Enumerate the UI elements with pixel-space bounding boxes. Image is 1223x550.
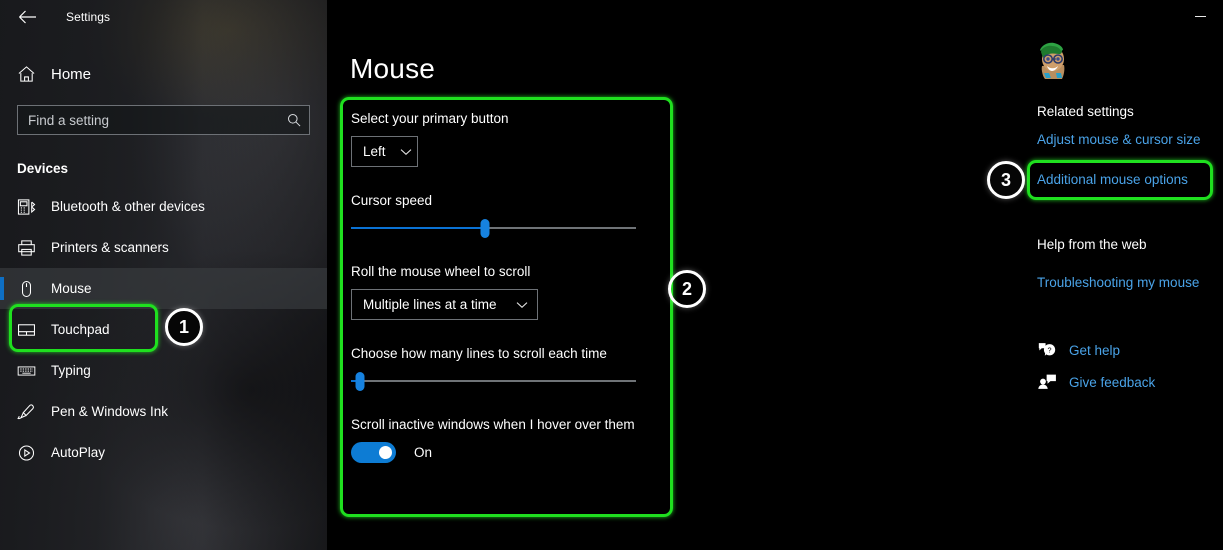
printer-icon xyxy=(17,239,47,257)
sidebar-item-autoplay[interactable]: AutoPlay xyxy=(0,432,327,473)
adjust-mouse-cursor-size-link[interactable]: Adjust mouse & cursor size xyxy=(1037,132,1201,147)
slider-thumb[interactable] xyxy=(480,219,490,238)
sidebar-item-pen-windows-ink[interactable]: Pen & Windows Ink xyxy=(0,391,327,432)
sidebar-item-bluetooth-other-devices[interactable]: Bluetooth & other devices xyxy=(0,186,327,227)
inactive-scroll-label: Scroll inactive windows when I hover ove… xyxy=(351,417,635,432)
sidebar-item-touchpad[interactable]: Touchpad xyxy=(0,309,327,350)
lines-to-scroll-slider[interactable] xyxy=(351,371,636,391)
slider-track xyxy=(351,380,636,382)
inactive-scroll-group: Scroll inactive windows when I hover ove… xyxy=(351,417,661,463)
minimize-bar xyxy=(1194,15,1206,17)
lines-to-scroll-label: Choose how many lines to scroll each tim… xyxy=(351,346,607,361)
sidebar-nav-list: Bluetooth & other devices Printers & sca… xyxy=(0,186,327,473)
sidebar-item-typing[interactable]: Typing xyxy=(0,350,327,391)
back-arrow-icon[interactable] xyxy=(10,4,44,30)
chevron-down-icon xyxy=(516,301,528,309)
cursor-speed-label: Cursor speed xyxy=(351,193,433,208)
get-help-row[interactable]: ? Get help xyxy=(1037,341,1120,359)
sidebar-section-title: Devices xyxy=(17,161,69,176)
home-icon xyxy=(17,65,47,83)
cursor-speed-slider[interactable] xyxy=(351,218,636,238)
svg-text:?: ? xyxy=(1048,345,1052,354)
related-settings-title: Related settings xyxy=(1037,104,1134,119)
pen-icon xyxy=(17,403,47,421)
step-badge-2: 2 xyxy=(668,270,706,308)
autoplay-icon xyxy=(17,444,47,462)
additional-mouse-options-link[interactable]: Additional mouse options xyxy=(1037,172,1188,187)
wheel-scroll-select[interactable]: Multiple lines at a time xyxy=(351,289,538,320)
cursor-speed-group: Cursor speed xyxy=(351,193,661,238)
search-input[interactable] xyxy=(28,112,287,128)
inactive-scroll-toggle-row: On xyxy=(351,442,661,463)
sidebar-item-label: Pen & Windows Ink xyxy=(51,404,169,419)
feedback-person-icon xyxy=(1037,373,1069,391)
inactive-scroll-state: On xyxy=(414,445,433,460)
bluetooth-devices-icon xyxy=(17,198,47,216)
help-from-web-title: Help from the web xyxy=(1037,237,1147,252)
give-feedback-label: Give feedback xyxy=(1069,374,1156,390)
sidebar-item-mouse[interactable]: Mouse xyxy=(0,268,327,309)
user-avatar-image[interactable] xyxy=(1030,36,1075,81)
search-icon[interactable] xyxy=(287,113,301,127)
primary-button-group: Select your primary button Left xyxy=(351,111,661,167)
sidebar-item-label: Bluetooth & other devices xyxy=(51,199,205,214)
get-help-label: Get help xyxy=(1069,342,1121,358)
primary-button-value: Left xyxy=(363,144,386,159)
sidebar: Settings Home Devices xyxy=(0,0,327,550)
wheel-scroll-value: Multiple lines at a time xyxy=(363,297,497,312)
sidebar-item-label: Printers & scanners xyxy=(51,240,169,255)
mouse-settings-panel: Select your primary button Left Cursor s… xyxy=(351,111,661,489)
selection-indicator xyxy=(0,277,4,300)
primary-button-label: Select your primary button xyxy=(351,111,509,126)
wheel-scroll-label: Roll the mouse wheel to scroll xyxy=(351,264,531,279)
question-bubble-icon: ? xyxy=(1037,341,1069,359)
sidebar-item-printers-scanners[interactable]: Printers & scanners xyxy=(0,227,327,268)
step-badge-1: 1 xyxy=(165,308,203,346)
toggle-knob xyxy=(379,446,392,459)
main-content: Mouse Select your primary button Left Cu… xyxy=(327,0,1223,550)
give-feedback-row[interactable]: Give feedback xyxy=(1037,373,1155,391)
page-title: Mouse xyxy=(350,53,436,84)
touchpad-icon xyxy=(17,321,47,339)
wheel-scroll-group: Roll the mouse wheel to scroll Multiple … xyxy=(351,264,661,320)
chevron-down-icon xyxy=(400,148,412,156)
settings-window: Settings Home Devices xyxy=(0,0,1223,550)
slider-fill xyxy=(351,227,485,229)
sidebar-item-home[interactable]: Home xyxy=(0,57,327,91)
lines-to-scroll-group: Choose how many lines to scroll each tim… xyxy=(351,346,661,391)
step-badge-3: 3 xyxy=(987,161,1025,199)
sidebar-item-label: Touchpad xyxy=(51,322,110,337)
sidebar-item-label: AutoPlay xyxy=(51,445,106,460)
title-bar: Settings xyxy=(0,0,327,33)
slider-thumb[interactable] xyxy=(355,372,365,391)
sidebar-item-label: Typing xyxy=(51,363,91,378)
troubleshooting-my-mouse-link[interactable]: Troubleshooting my mouse xyxy=(1037,275,1199,290)
mouse-icon xyxy=(17,280,47,298)
keyboard-icon xyxy=(17,362,47,380)
inactive-scroll-toggle[interactable] xyxy=(351,442,396,463)
home-label: Home xyxy=(51,65,92,83)
search-box[interactable] xyxy=(17,105,310,135)
sidebar-item-label: Mouse xyxy=(51,281,92,296)
minimize-icon[interactable] xyxy=(1177,0,1223,32)
window-title: Settings xyxy=(66,9,111,24)
primary-button-select[interactable]: Left xyxy=(351,136,418,167)
